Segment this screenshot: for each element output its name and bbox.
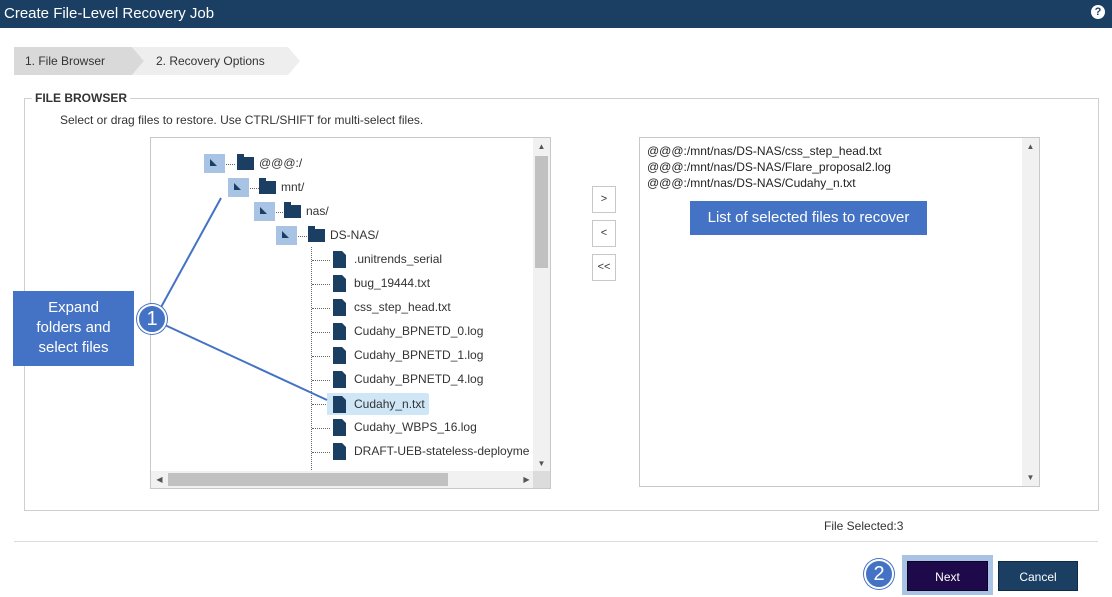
- file-browser-legend: FILE BROWSER: [32, 91, 130, 105]
- scroll-thumb[interactable]: [535, 156, 548, 268]
- help-icon[interactable]: ?: [1091, 5, 1105, 19]
- selected-file-item[interactable]: @@@:/mnt/nas/DS-NAS/Cudahy_n.txt: [647, 176, 856, 190]
- callout-expand-folders: Expand folders and select files: [13, 291, 134, 366]
- tree-folder-root[interactable]: @@@:/: [204, 154, 324, 174]
- file-icon: [333, 419, 346, 436]
- file-icon: [333, 251, 346, 268]
- cancel-button[interactable]: Cancel: [998, 561, 1078, 591]
- tree-file[interactable]: .unitrends_serial: [312, 250, 532, 270]
- remove-all-button[interactable]: <<: [592, 254, 616, 281]
- tree-node-label: Cudahy_n.txt: [350, 394, 429, 414]
- next-button[interactable]: Next: [907, 561, 988, 591]
- tree-file[interactable]: DRAFT-UEB-stateless-deployme: [312, 442, 534, 462]
- step-badge-2: 2: [864, 559, 894, 589]
- scrollbar-corner: [533, 471, 550, 488]
- scroll-thumb[interactable]: [168, 473, 448, 486]
- selected-file-item[interactable]: @@@:/mnt/nas/DS-NAS/css_step_head.txt: [647, 144, 882, 158]
- tree-node-label: Cudahy_BPNETD_0.log: [354, 324, 484, 338]
- tree-node-label: css_step_head.txt: [354, 300, 451, 314]
- scroll-down-icon[interactable]: ▼: [1022, 469, 1039, 486]
- file-icon: [333, 347, 346, 364]
- tree-guide-line: [312, 380, 330, 381]
- scroll-down-icon[interactable]: ▼: [533, 455, 550, 472]
- callout-line: folders and: [36, 319, 111, 336]
- footer-divider: [14, 541, 1098, 542]
- selected-file-item[interactable]: @@@:/mnt/nas/DS-NAS/Flare_proposal2.log: [647, 160, 891, 174]
- file-icon: [333, 443, 346, 460]
- tree-guide-line: [312, 428, 330, 429]
- tree-node-label: @@@:/: [259, 156, 303, 170]
- wizard-step-file-browser[interactable]: 1. File Browser: [14, 47, 144, 75]
- folder-icon: [284, 202, 301, 218]
- callout-line: Expand: [48, 299, 99, 316]
- callout-line: select files: [38, 339, 109, 356]
- window-title: Create File-Level Recovery Job: [4, 5, 215, 22]
- file-icon: [333, 371, 346, 388]
- tree-file[interactable]: Cudahy_BPNETD_0.log: [312, 322, 532, 342]
- file-icon: [333, 299, 346, 316]
- tree-node-label: Cudahy_BPNETD_4.log: [354, 372, 484, 386]
- tree-file[interactable]: Cudahy_BPNETD_1.log: [312, 346, 532, 366]
- tree-guide-line: [312, 356, 330, 357]
- folder-icon: [308, 226, 325, 242]
- file-tree[interactable]: @@@:/ mnt/ nas/ DS-NAS/ .unitrends_seria…: [150, 137, 551, 489]
- folder-icon: [259, 178, 276, 194]
- tree-guide-line: [312, 260, 330, 261]
- tree-folder-nas[interactable]: nas/: [254, 202, 374, 222]
- list-vertical-scrollbar[interactable]: ▲ ▼: [1022, 138, 1039, 486]
- tree-horizontal-scrollbar[interactable]: ◀ ▶: [151, 471, 535, 488]
- file-icon: [333, 275, 346, 292]
- tree-guide-line: [312, 308, 330, 309]
- tree-node-label: .unitrends_serial: [354, 252, 443, 266]
- callout-selected-files: List of selected files to recover: [690, 201, 927, 235]
- tree-guide-line: [312, 404, 326, 405]
- expand-toggle-icon[interactable]: [276, 226, 297, 245]
- file-selected-count: File Selected:3: [824, 519, 904, 533]
- tree-node-label: bug_19444.txt: [354, 276, 431, 290]
- file-icon: [333, 323, 346, 340]
- tree-node-label: Cudahy_WBPS_16.log: [354, 420, 477, 434]
- tree-file-selected[interactable]: Cudahy_n.txt: [312, 393, 532, 415]
- tree-node-label: nas/: [306, 204, 329, 218]
- tree-node-label: DRAFT-UEB-stateless-deployme: [354, 444, 530, 458]
- tree-file[interactable]: css_step_head.txt: [312, 298, 532, 318]
- expand-toggle-icon[interactable]: [204, 154, 225, 173]
- tree-node-label: Cudahy_BPNETD_1.log: [354, 348, 484, 362]
- file-icon: [333, 396, 346, 413]
- tree-file[interactable]: bug_19444.txt: [312, 274, 532, 294]
- expand-toggle-icon[interactable]: [254, 202, 275, 221]
- tree-vertical-scrollbar[interactable]: ▲ ▼: [533, 138, 550, 472]
- tree-file[interactable]: Cudahy_WBPS_16.log: [312, 418, 532, 438]
- file-browser-instructions: Select or drag files to restore. Use CTR…: [60, 113, 424, 127]
- wizard-step-recovery-options[interactable]: 2. Recovery Options: [132, 47, 300, 75]
- step-badge-1: 1: [137, 304, 167, 334]
- tree-file[interactable]: Cudahy_BPNETD_4.log: [312, 370, 532, 390]
- folder-icon: [237, 154, 254, 170]
- tree-node-label: DS-NAS/: [330, 228, 379, 242]
- tree-guide-line: [312, 332, 330, 333]
- tree-guide-line: [312, 452, 330, 453]
- tree-folder-ds-nas[interactable]: DS-NAS/: [276, 226, 406, 246]
- scroll-up-icon[interactable]: ▲: [1022, 138, 1039, 155]
- tree-folder-mnt[interactable]: mnt/: [228, 178, 348, 198]
- tree-node-label: mnt/: [281, 180, 305, 194]
- scroll-up-icon[interactable]: ▲: [533, 138, 550, 155]
- title-bar: Create File-Level Recovery Job ?: [0, 0, 1112, 28]
- remove-selected-button[interactable]: <: [592, 220, 616, 247]
- expand-toggle-icon[interactable]: [228, 178, 249, 197]
- scroll-left-icon[interactable]: ◀: [151, 471, 168, 488]
- add-selected-button[interactable]: >: [592, 186, 616, 213]
- tree-guide-line: [312, 284, 330, 285]
- selected-files-list[interactable]: @@@:/mnt/nas/DS-NAS/css_step_head.txt @@…: [639, 137, 1040, 487]
